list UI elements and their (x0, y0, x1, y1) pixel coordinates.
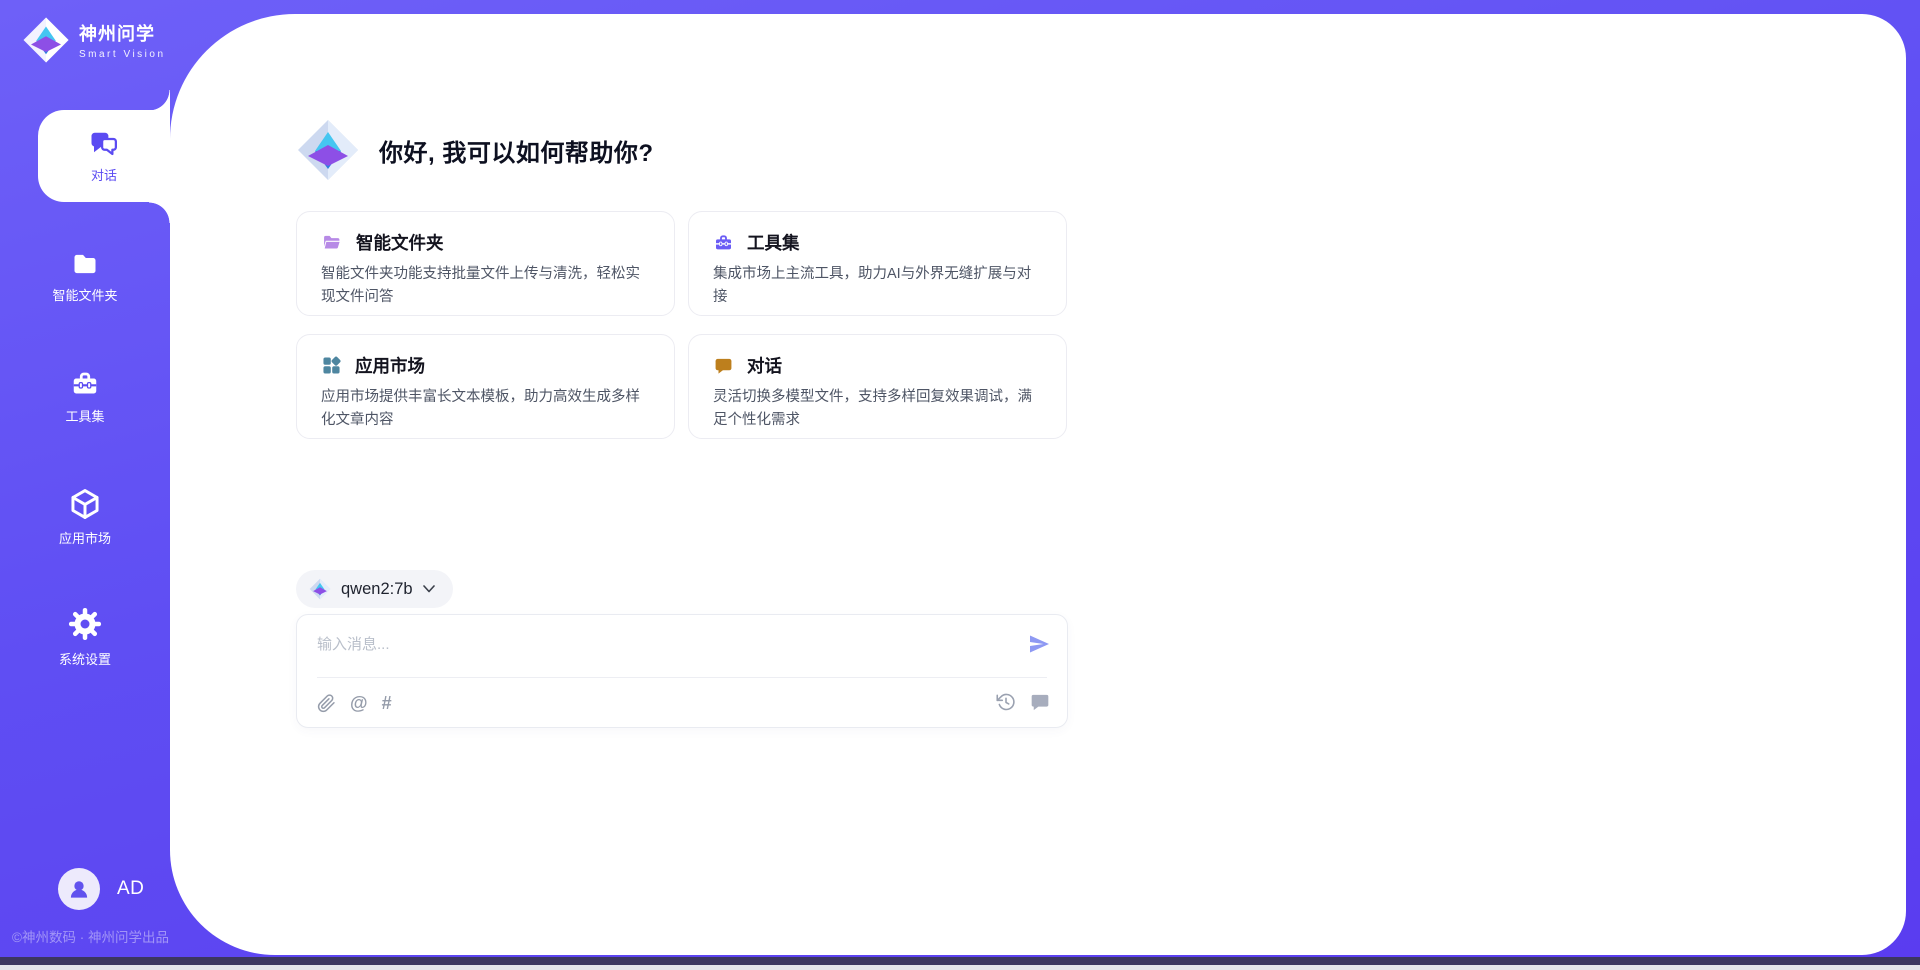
card-title: 工具集 (747, 230, 800, 255)
card-description: 智能文件夹功能支持批量文件上传与清洗，轻松实现文件问答 (321, 263, 650, 309)
brand-title: 神州问学 (79, 20, 166, 46)
sidebar-item-chat[interactable]: 对话 (38, 110, 170, 202)
hash-icon[interactable]: # (382, 692, 392, 714)
sidebar-item-smart-folders[interactable]: 智能文件夹 (0, 234, 170, 320)
message-input[interactable] (317, 629, 977, 659)
chat-icon (713, 356, 734, 376)
sidebar-item-label: 智能文件夹 (52, 285, 117, 304)
paperclip-icon[interactable] (317, 694, 336, 713)
card-title: 智能文件夹 (356, 230, 444, 255)
greeting-title: 你好, 我可以如何帮助你? (379, 133, 654, 168)
app-grid-icon (321, 355, 342, 376)
toolbox-icon (69, 369, 101, 399)
card-toolset[interactable]: 工具集 集成市场上主流工具，助力AI与外界无缝扩展与对接 (688, 211, 1067, 316)
card-title: 对话 (747, 353, 782, 378)
card-app-market[interactable]: 应用市场 应用市场提供丰富长文本模板，助力高效生成多样化文章内容 (296, 334, 675, 439)
gear-icon (67, 606, 103, 642)
model-selector[interactable]: qwen2:7b (296, 570, 453, 608)
message-composer: @ # (296, 614, 1068, 728)
briefcase-icon (713, 233, 734, 253)
folder-icon (69, 250, 101, 278)
mention-at-icon[interactable]: @ (350, 692, 368, 714)
sidebar-item-label: 对话 (91, 165, 117, 184)
user-name: AD (117, 878, 144, 900)
model-name: qwen2:7b (341, 580, 413, 599)
window-bottom-light-strip (0, 965, 1920, 970)
folder-open-icon (321, 233, 343, 253)
user-profile[interactable]: AD (58, 868, 144, 910)
brand: 神州问学 Smart Vision (22, 16, 166, 64)
person-icon (66, 876, 92, 902)
composer-divider (317, 677, 1047, 678)
brand-diamond-logo-icon (22, 16, 70, 64)
active-tab-fillet-bottom (149, 202, 170, 223)
sidebar-footer: ©神州数码 · 神州问学出品 (12, 926, 169, 946)
shortcut-cards: 智能文件夹 智能文件夹功能支持批量文件上传与清洗，轻松实现文件问答 工具集 集成… (296, 211, 1072, 439)
sidebar-item-app-market[interactable]: 应用市场 (0, 474, 170, 560)
cube-icon (68, 487, 102, 521)
sidebar-item-label: 系统设置 (59, 649, 111, 668)
composer-tools-left: @ # (317, 692, 392, 714)
card-description: 灵活切换多模型文件，支持多样回复效果调试，满足个性化需求 (713, 386, 1042, 432)
active-tab-fillet-top (149, 90, 170, 111)
avatar (58, 868, 100, 910)
assistant-diamond-logo-icon (296, 118, 360, 182)
brand-subtitle: Smart Vision (79, 49, 166, 60)
model-diamond-logo-icon (309, 578, 331, 600)
chevron-down-icon (423, 585, 435, 593)
card-description: 集成市场上主流工具，助力AI与外界无缝扩展与对接 (713, 263, 1042, 309)
greeting: 你好, 我可以如何帮助你? (296, 118, 654, 182)
sidebar-item-toolset[interactable]: 工具集 (0, 354, 170, 440)
sidebar-item-label: 应用市场 (59, 528, 111, 547)
card-smart-folders[interactable]: 智能文件夹 智能文件夹功能支持批量文件上传与清洗，轻松实现文件问答 (296, 211, 675, 316)
card-chat[interactable]: 对话 灵活切换多模型文件，支持多样回复效果调试，满足个性化需求 (688, 334, 1067, 439)
history-icon[interactable] (996, 692, 1016, 712)
card-title: 应用市场 (355, 353, 425, 378)
card-description: 应用市场提供丰富长文本模板，助力高效生成多样化文章内容 (321, 386, 650, 432)
composer-tools-right (996, 692, 1050, 712)
window-bottom-dark-strip (0, 957, 1920, 965)
sidebar-item-label: 工具集 (65, 406, 104, 425)
chat-bubble-icon[interactable] (1030, 692, 1050, 712)
chat-bubbles-icon (88, 129, 120, 159)
sidebar-item-settings[interactable]: 系统设置 (0, 594, 170, 680)
send-icon[interactable] (1027, 632, 1051, 656)
